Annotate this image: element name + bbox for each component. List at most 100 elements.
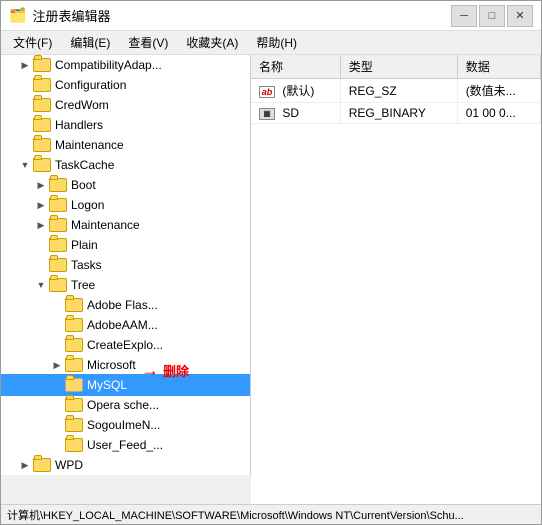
tree-node-tree[interactable]: ▼ Tree	[1, 275, 250, 295]
folder-icon-handlers	[33, 118, 51, 132]
binary-icon: ▦	[259, 108, 275, 120]
close-button[interactable]: ✕	[507, 5, 533, 27]
tree-node-tasks[interactable]: Tasks	[1, 255, 250, 275]
expand-mysql	[49, 377, 65, 393]
folder-icon-wpd	[33, 458, 51, 472]
left-panel-wrapper: ▶ CompatibilityAdap... Configuration Cre…	[1, 55, 251, 504]
node-label-maintenance2: Maintenance	[71, 218, 140, 232]
expand-plain	[33, 237, 49, 253]
folder-icon-logon	[49, 198, 67, 212]
tree-node-sogouime[interactable]: SogouImeN...	[1, 415, 250, 435]
table-row[interactable]: ▦ SD REG_BINARY 01 00 0...	[251, 103, 541, 124]
tree-node-wpd[interactable]: ▶ WPD	[1, 455, 250, 475]
expand-userfeed	[49, 437, 65, 453]
reg-data-default: (数值未...	[457, 79, 540, 103]
node-label-sogouime: SogouImeN...	[87, 418, 160, 432]
folder-icon-createexplo	[65, 338, 83, 352]
folder-icon-taskcache	[33, 158, 51, 172]
folder-icon-adobeflas	[65, 298, 83, 312]
node-label-microsoft: Microsoft	[87, 358, 136, 372]
reg-name-default: ab (默认)	[251, 79, 340, 103]
status-text: 计算机\HKEY_LOCAL_MACHINE\SOFTWARE\Microsof…	[7, 507, 464, 523]
tree-panel[interactable]: ▶ CompatibilityAdap... Configuration Cre…	[1, 55, 251, 475]
folder-icon-maint	[33, 138, 51, 152]
expand-handlers	[17, 117, 33, 133]
registry-table: 名称 类型 数据 ab (默认) REG_SZ (数值未...	[251, 55, 541, 124]
expand-operasche	[49, 397, 65, 413]
registry-values-panel: 名称 类型 数据 ab (默认) REG_SZ (数值未...	[251, 55, 541, 504]
col-header-name: 名称	[251, 55, 340, 79]
tree-node-operasche[interactable]: Opera sche...	[1, 395, 250, 415]
menu-view[interactable]: 查看(V)	[120, 32, 176, 53]
node-label-taskcache: TaskCache	[55, 158, 114, 172]
folder-icon-config	[33, 78, 51, 92]
reg-name-sd-label: SD	[282, 106, 299, 120]
tree-node-boot[interactable]: ▶ Boot	[1, 175, 250, 195]
tree-node-createexplo[interactable]: CreateExplo...	[1, 335, 250, 355]
tree-node-plain[interactable]: Plain	[1, 235, 250, 255]
app-icon: 🗂️	[9, 7, 26, 24]
node-label-maint: Maintenance	[55, 138, 124, 152]
minimize-button[interactable]: ─	[451, 5, 477, 27]
reg-name-sd: ▦ SD	[251, 103, 340, 124]
tree-node-taskcache[interactable]: ▼ TaskCache	[1, 155, 250, 175]
menu-file[interactable]: 文件(F)	[5, 32, 60, 53]
maximize-button[interactable]: □	[479, 5, 505, 27]
node-label-adobeaam: AdobeAAM...	[87, 318, 158, 332]
node-label-handlers: Handlers	[55, 118, 103, 132]
ab-icon: ab	[259, 86, 275, 98]
folder-icon-microsoft	[65, 358, 83, 372]
main-content: ▶ CompatibilityAdap... Configuration Cre…	[1, 55, 541, 504]
tree-node-microsoft[interactable]: ▶ Microsoft	[1, 355, 250, 375]
expand-tree[interactable]: ▼	[33, 277, 49, 293]
tree-node-config[interactable]: Configuration	[1, 75, 250, 95]
expand-taskcache[interactable]: ▼	[17, 157, 33, 173]
tree-node-compat[interactable]: ▶ CompatibilityAdap...	[1, 55, 250, 75]
registry-editor-window: 🗂️ 注册表编辑器 ─ □ ✕ 文件(F) 编辑(E) 查看(V) 收藏夹(A)…	[0, 0, 542, 525]
node-label-createexplo: CreateExplo...	[87, 338, 163, 352]
expand-maintenance2[interactable]: ▶	[33, 217, 49, 233]
tree-node-userfeed[interactable]: User_Feed_...	[1, 435, 250, 455]
node-label-logon: Logon	[71, 198, 104, 212]
node-label-userfeed: User_Feed_...	[87, 438, 163, 452]
expand-wpd[interactable]: ▶	[17, 457, 33, 473]
window-title: 注册表编辑器	[32, 6, 110, 25]
expand-microsoft[interactable]: ▶	[49, 357, 65, 373]
node-label-config: Configuration	[55, 78, 126, 92]
reg-name-default-label: (默认)	[282, 84, 314, 98]
expand-logon[interactable]: ▶	[33, 197, 49, 213]
node-label-boot: Boot	[71, 178, 96, 192]
tree-node-maint[interactable]: Maintenance	[1, 135, 250, 155]
node-label-tree: Tree	[71, 278, 95, 292]
menu-favorites[interactable]: 收藏夹(A)	[178, 32, 246, 53]
title-bar-left: 🗂️ 注册表编辑器	[9, 6, 110, 25]
expand-adobeaam	[49, 317, 65, 333]
col-header-type: 类型	[340, 55, 457, 79]
tree-node-mysql[interactable]: MySQL	[1, 375, 250, 395]
node-label-wpd: WPD	[55, 458, 83, 472]
expand-createexplo	[49, 337, 65, 353]
tree-node-maintenance2[interactable]: ▶ Maintenance	[1, 215, 250, 235]
folder-icon-sogouime	[65, 418, 83, 432]
expand-compat[interactable]: ▶	[17, 57, 33, 73]
menu-help[interactable]: 帮助(H)	[248, 32, 305, 53]
menu-bar: 文件(F) 编辑(E) 查看(V) 收藏夹(A) 帮助(H)	[1, 31, 541, 55]
node-label-adobeflas: Adobe Flas...	[87, 298, 158, 312]
tree-node-credwom[interactable]: CredWom	[1, 95, 250, 115]
expand-maint	[17, 137, 33, 153]
node-label-compat: CompatibilityAdap...	[55, 58, 162, 72]
tree-node-adobeaam[interactable]: AdobeAAM...	[1, 315, 250, 335]
tree-node-handlers[interactable]: Handlers	[1, 115, 250, 135]
expand-sogouime	[49, 417, 65, 433]
menu-edit[interactable]: 编辑(E)	[62, 32, 118, 53]
tree-node-adobeflas[interactable]: Adobe Flas...	[1, 295, 250, 315]
tree-node-logon[interactable]: ▶ Logon	[1, 195, 250, 215]
folder-icon-operasche	[65, 398, 83, 412]
expand-credwom	[17, 97, 33, 113]
node-label-tasks: Tasks	[71, 258, 102, 272]
node-label-plain: Plain	[71, 238, 98, 252]
expand-boot[interactable]: ▶	[33, 177, 49, 193]
table-row[interactable]: ab (默认) REG_SZ (数值未...	[251, 79, 541, 103]
reg-data-sd: 01 00 0...	[457, 103, 540, 124]
folder-icon-tasks	[49, 258, 67, 272]
